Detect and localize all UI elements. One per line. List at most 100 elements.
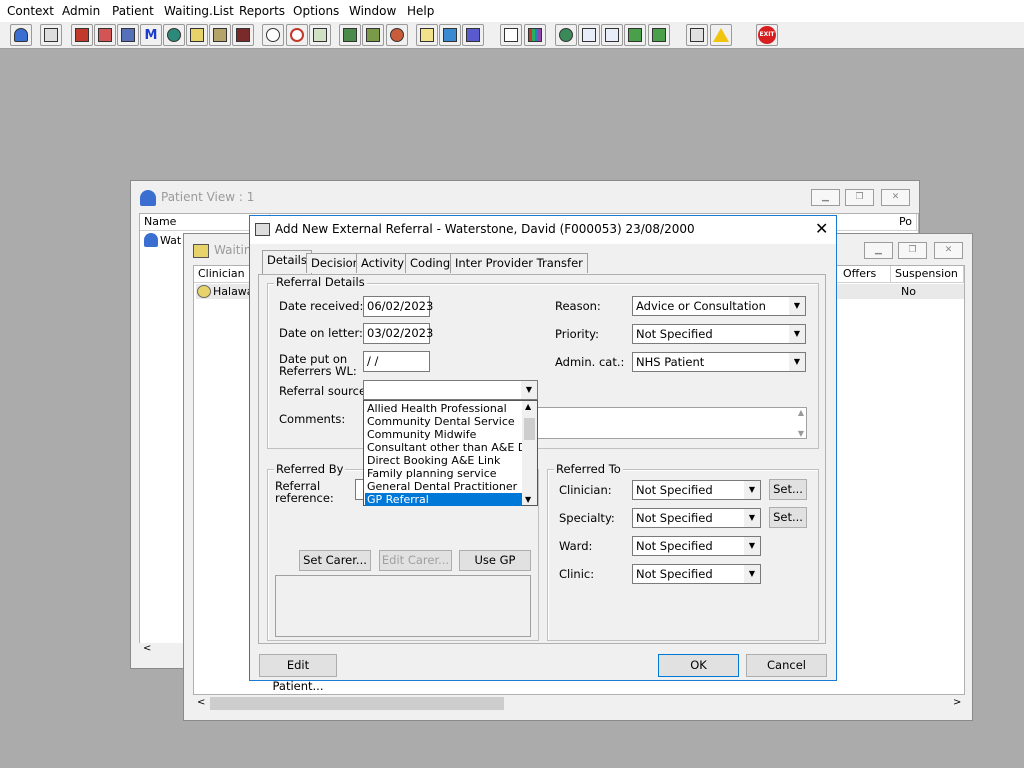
m-icon[interactable]: M xyxy=(140,24,162,46)
list-item[interactable]: Direct Booking A&E Link xyxy=(365,454,522,467)
edit-patient-button[interactable]: Edit Patient... xyxy=(259,654,337,693)
priority-combo[interactable]: Not Specified ▼ xyxy=(632,324,806,344)
close-icon[interactable]: ✕ xyxy=(815,219,828,238)
person-icon[interactable] xyxy=(163,24,185,46)
column-header-po[interactable]: Po xyxy=(895,214,917,230)
scroll-down-arrow[interactable]: ▼ xyxy=(525,495,531,504)
search-icon[interactable] xyxy=(262,24,284,46)
cancel-button[interactable]: Cancel xyxy=(746,654,827,677)
menu-help[interactable]: Help xyxy=(407,4,434,18)
browse-icon[interactable] xyxy=(117,24,139,46)
check4-icon[interactable] xyxy=(648,24,670,46)
note-icon[interactable] xyxy=(186,24,208,46)
document-icon[interactable] xyxy=(500,24,522,46)
minimize-button[interactable]: ▁ xyxy=(811,189,840,206)
check3-icon[interactable] xyxy=(624,24,646,46)
admin-cat-combo[interactable]: NHS Patient ▼ xyxy=(632,352,806,372)
list-item[interactable]: Community Dental Service xyxy=(365,415,522,428)
chevron-down-icon[interactable]: ▼ xyxy=(520,381,537,399)
list-item[interactable]: Allied Health Professional xyxy=(365,402,522,415)
restore-button[interactable]: ❐ xyxy=(898,242,927,259)
menu-context[interactable]: Context xyxy=(7,4,54,18)
date-put-on-field[interactable]: / / xyxy=(363,351,430,372)
gallery-icon[interactable] xyxy=(339,24,361,46)
menu-admin[interactable]: Admin xyxy=(62,4,100,18)
chevron-down-icon[interactable]: ▼ xyxy=(743,481,760,499)
check2-icon[interactable] xyxy=(601,24,623,46)
bed-icon[interactable] xyxy=(439,24,461,46)
patient-row-name[interactable]: Wat xyxy=(160,234,181,247)
clinician-label: Clinician: xyxy=(559,483,612,497)
check-icon[interactable] xyxy=(578,24,600,46)
tab-details[interactable]: Details xyxy=(262,250,312,274)
scroll-left-arrow[interactable]: < xyxy=(139,643,189,660)
letter-icon[interactable] xyxy=(209,24,231,46)
scroll-left-arrow[interactable]: < xyxy=(197,697,205,708)
warning-icon[interactable] xyxy=(710,24,732,46)
list-item[interactable]: Community Midwife xyxy=(365,428,522,441)
list-item-selected[interactable]: GP Referral xyxy=(365,493,522,506)
horizontal-scrollbar[interactable]: < > xyxy=(193,695,965,713)
scroll-down-arrow[interactable]: ▼ xyxy=(798,429,804,438)
scrollbar-thumb[interactable] xyxy=(524,418,535,440)
edit-icon[interactable] xyxy=(94,24,116,46)
menu-window[interactable]: Window xyxy=(349,4,396,18)
chevron-down-icon[interactable]: ▼ xyxy=(788,297,805,315)
patient-icon[interactable] xyxy=(10,24,32,46)
chevron-down-icon[interactable]: ▼ xyxy=(788,353,805,371)
chevron-down-icon[interactable]: ▼ xyxy=(743,565,760,583)
globe-icon[interactable] xyxy=(555,24,577,46)
camera-icon[interactable] xyxy=(232,24,254,46)
scroll-right-arrow[interactable]: > xyxy=(953,697,961,708)
menu-reports[interactable]: Reports xyxy=(239,4,285,18)
ward-combo[interactable]: Not Specified ▼ xyxy=(632,536,761,556)
set-specialty-button[interactable]: Set... xyxy=(769,507,807,528)
chevron-down-icon[interactable]: ▼ xyxy=(743,509,760,527)
screen-icon[interactable] xyxy=(309,24,331,46)
close-button[interactable]: ✕ xyxy=(934,242,963,259)
print-icon[interactable] xyxy=(40,24,62,46)
date-on-letter-field[interactable]: 03/02/2023 xyxy=(363,323,433,344)
exit-icon[interactable]: EXIT xyxy=(756,24,778,46)
referral-source-combo[interactable]: ▼ xyxy=(363,380,538,400)
restore-button[interactable]: ❐ xyxy=(845,189,874,206)
report-icon[interactable] xyxy=(362,24,384,46)
list-item[interactable]: Consultant other than A&E Dept xyxy=(365,441,522,454)
list-item[interactable]: General Dental Practitioner xyxy=(365,480,522,493)
minimize-button[interactable]: ▁ xyxy=(864,242,893,259)
chevron-down-icon[interactable]: ▼ xyxy=(743,537,760,555)
set-carer-button[interactable]: Set Carer... xyxy=(299,550,371,571)
chevron-down-icon[interactable]: ▼ xyxy=(788,325,805,343)
scroll-up-arrow[interactable]: ▲ xyxy=(525,402,531,411)
menu-options[interactable]: Options xyxy=(293,4,339,18)
vertical-scrollbar[interactable]: ▲ ▼ xyxy=(522,401,537,505)
tab-inter-provider-transfer[interactable]: Inter Provider Transfer xyxy=(450,253,588,273)
column-header-suspension[interactable]: Suspension Pe xyxy=(891,266,964,296)
date-received-field[interactable]: 06/02/2023 xyxy=(363,296,433,317)
list-item[interactable]: Family planning service xyxy=(365,467,522,480)
set-clinician-button[interactable]: Set... xyxy=(769,479,807,500)
column-header-offers[interactable]: Offers xyxy=(839,266,891,282)
chart-icon[interactable] xyxy=(524,24,546,46)
tab-activity[interactable]: Activity xyxy=(356,253,410,273)
specialty-combo[interactable]: Not Specified ▼ xyxy=(632,508,761,528)
clock-icon[interactable] xyxy=(286,24,308,46)
clinician-combo[interactable]: Not Specified ▼ xyxy=(632,480,761,500)
scrollbar-thumb[interactable] xyxy=(210,697,504,710)
edit-carer-button[interactable]: Edit Carer... xyxy=(379,550,452,571)
clinic-combo[interactable]: Not Specified ▼ xyxy=(632,564,761,584)
transfer-icon[interactable] xyxy=(686,24,708,46)
menu-patient[interactable]: Patient xyxy=(112,4,154,18)
column-header-clinician[interactable]: Clinician xyxy=(194,266,254,282)
memo-icon[interactable] xyxy=(416,24,438,46)
ward-icon[interactable] xyxy=(462,24,484,46)
use-gp-button[interactable]: Use GP xyxy=(459,550,531,571)
dial-icon[interactable] xyxy=(386,24,408,46)
tab-coding[interactable]: Coding xyxy=(405,253,456,273)
reason-combo[interactable]: Advice or Consultation ▼ xyxy=(632,296,806,316)
book-icon[interactable] xyxy=(71,24,93,46)
scroll-up-arrow[interactable]: ▲ xyxy=(798,408,804,417)
ok-button[interactable]: OK xyxy=(658,654,739,677)
close-button[interactable]: ✕ xyxy=(881,189,910,206)
menu-waiting-list[interactable]: Waiting.List xyxy=(164,4,234,18)
